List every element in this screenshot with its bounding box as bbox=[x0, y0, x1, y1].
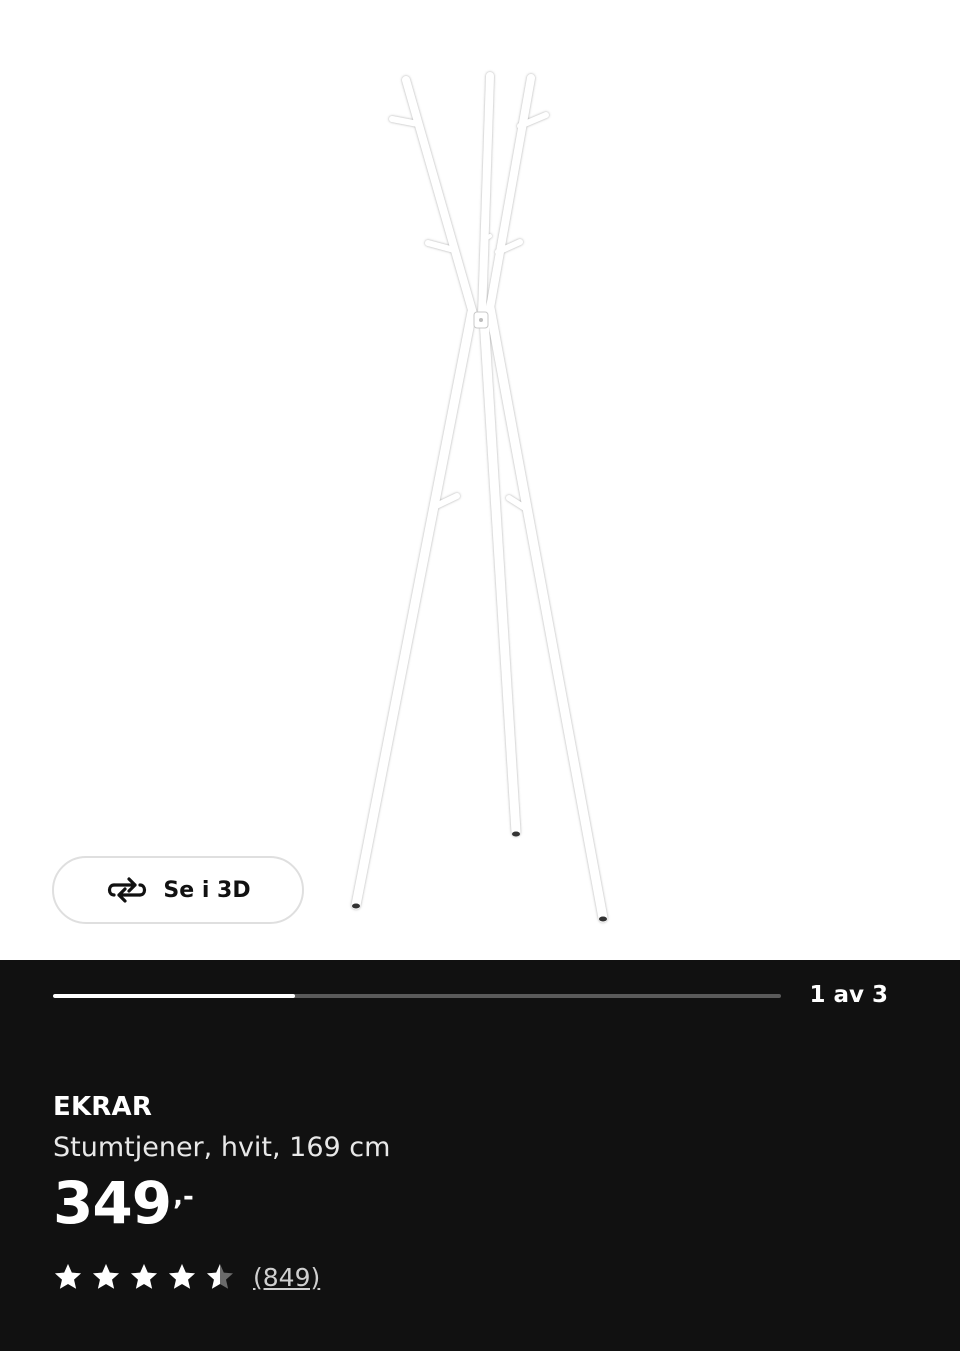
price-suffix: ,- bbox=[173, 1182, 194, 1212]
rating-stars bbox=[53, 1262, 235, 1292]
product-info-panel: 1 av 3 EKRAR Stumtjener, hvit, 169 cm 34… bbox=[0, 960, 960, 1351]
product-description: Stumtjener, hvit, 169 cm bbox=[53, 1132, 391, 1163]
price-integer: 349 bbox=[53, 1169, 172, 1237]
product-image bbox=[351, 72, 608, 923]
star-icon bbox=[93, 1264, 119, 1289]
star-icon bbox=[55, 1264, 81, 1289]
review-count-link[interactable]: (849) bbox=[253, 1263, 320, 1292]
rotate-3d-icon bbox=[108, 877, 147, 903]
star-icon bbox=[131, 1264, 157, 1289]
view-3d-button[interactable]: Se i 3D bbox=[52, 856, 304, 924]
product-rating[interactable]: (849) bbox=[53, 1262, 320, 1292]
product-price: 349 ,- bbox=[53, 1169, 194, 1237]
view-3d-label: Se i 3D bbox=[163, 877, 251, 903]
product-name: EKRAR bbox=[53, 1092, 153, 1122]
star-icon bbox=[169, 1264, 195, 1289]
star-icon bbox=[207, 1264, 233, 1289]
gallery-progress-fill bbox=[53, 994, 296, 998]
product-image-gallery[interactable]: Se i 3D bbox=[0, 0, 960, 960]
gallery-page-counter: 1 av 3 bbox=[809, 982, 888, 1008]
gallery-progress-track bbox=[53, 994, 781, 998]
